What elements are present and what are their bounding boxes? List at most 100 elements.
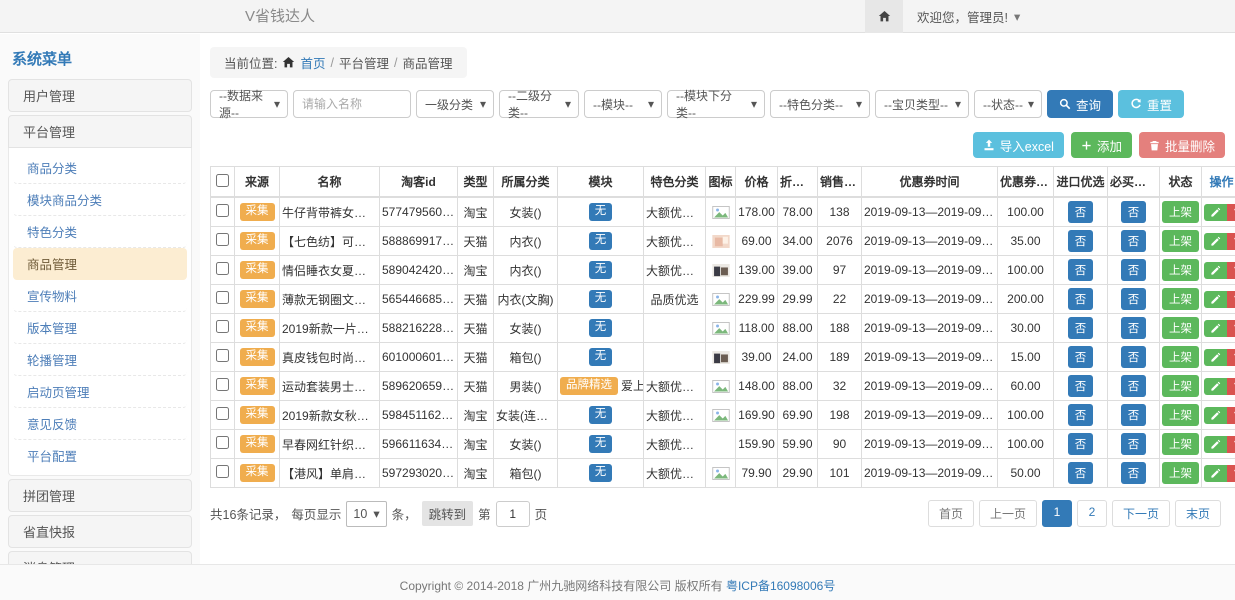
bulk-delete-button[interactable]: 批量删除 [1139, 132, 1225, 158]
edit-button[interactable] [1204, 233, 1227, 250]
search-button[interactable]: 查询 [1047, 90, 1113, 118]
must-buy-toggle[interactable]: 否 [1121, 317, 1147, 339]
per-page-select[interactable]: 10 ▾ [346, 501, 386, 527]
edit-button[interactable] [1204, 320, 1227, 337]
must-buy-toggle[interactable]: 否 [1121, 404, 1147, 426]
sidebar-item[interactable]: 平台配置 [13, 440, 187, 471]
sidebar-item[interactable]: 模块商品分类 [13, 184, 187, 216]
level2-category-select[interactable]: --二级分类--▾ [499, 90, 579, 118]
import-select-toggle[interactable]: 否 [1068, 259, 1094, 281]
delete-button[interactable] [1227, 436, 1235, 453]
icp-link[interactable]: 粤ICP备16098006号 [726, 579, 835, 593]
sidebar-item[interactable]: 启动页管理 [13, 376, 187, 408]
status-button[interactable]: 上架 [1162, 346, 1199, 368]
status-button[interactable]: 上架 [1162, 288, 1199, 310]
home-button[interactable] [865, 0, 903, 33]
delete-button[interactable] [1227, 291, 1235, 308]
row-checkbox[interactable] [216, 291, 229, 304]
row-checkbox[interactable] [216, 320, 229, 333]
level1-category-select[interactable]: 一级分类▾ [416, 90, 494, 118]
must-buy-toggle[interactable]: 否 [1121, 433, 1147, 455]
must-buy-toggle[interactable]: 否 [1121, 375, 1147, 397]
status-button[interactable]: 上架 [1162, 259, 1199, 281]
edit-button[interactable] [1204, 291, 1227, 308]
sidebar-section-header[interactable]: 省直快报 [8, 515, 192, 548]
data-source-select[interactable]: --数据来源--▾ [210, 90, 288, 118]
row-checkbox[interactable] [216, 465, 229, 478]
edit-button[interactable] [1204, 407, 1227, 424]
add-button[interactable]: 添加 [1071, 132, 1132, 158]
must-buy-toggle[interactable]: 否 [1121, 259, 1147, 281]
delete-button[interactable] [1227, 465, 1235, 482]
name-search-input[interactable] [293, 90, 411, 118]
sidebar-item[interactable]: 特色分类 [13, 216, 187, 248]
page-button[interactable]: 上一页 [979, 500, 1037, 527]
delete-button[interactable] [1227, 407, 1235, 424]
edit-button[interactable] [1204, 436, 1227, 453]
import-select-toggle[interactable]: 否 [1068, 230, 1094, 252]
delete-button[interactable] [1227, 262, 1235, 279]
import-select-toggle[interactable]: 否 [1068, 433, 1094, 455]
edit-button[interactable] [1204, 465, 1227, 482]
row-checkbox[interactable] [216, 262, 229, 275]
module-select[interactable]: --模块--▾ [584, 90, 662, 118]
sidebar-item[interactable]: 版本管理 [13, 312, 187, 344]
row-checkbox[interactable] [216, 378, 229, 391]
sidebar-item[interactable]: 商品分类 [13, 152, 187, 184]
row-checkbox[interactable] [216, 204, 229, 217]
row-checkbox[interactable] [216, 233, 229, 246]
page-button[interactable]: 2 [1077, 500, 1107, 527]
row-checkbox[interactable] [216, 407, 229, 420]
delete-button[interactable] [1227, 204, 1235, 221]
status-button[interactable]: 上架 [1162, 404, 1199, 426]
status-button[interactable]: 上架 [1162, 462, 1199, 484]
import-excel-button[interactable]: 导入excel [973, 132, 1064, 158]
must-buy-toggle[interactable]: 否 [1121, 230, 1147, 252]
module-subcategory-select[interactable]: --模块下分类--▾ [667, 90, 765, 118]
page-button[interactable]: 下一页 [1112, 500, 1170, 527]
row-checkbox[interactable] [216, 436, 229, 449]
status-button[interactable]: 上架 [1162, 433, 1199, 455]
delete-button[interactable] [1227, 320, 1235, 337]
sidebar-item[interactable]: 意见反馈 [13, 408, 187, 440]
import-select-toggle[interactable]: 否 [1068, 375, 1094, 397]
delete-button[interactable] [1227, 233, 1235, 250]
status-button[interactable]: 上架 [1162, 375, 1199, 397]
edit-button[interactable] [1204, 349, 1227, 366]
page-button[interactable]: 首页 [928, 500, 974, 527]
item-type-select[interactable]: --宝贝类型--▾ [875, 90, 969, 118]
select-all-checkbox[interactable] [216, 174, 229, 187]
page-button[interactable]: 末页 [1175, 500, 1221, 527]
user-menu[interactable]: 欢迎您，管理员! ▾ [903, 0, 1034, 33]
import-select-toggle[interactable]: 否 [1068, 201, 1094, 223]
page-button[interactable]: 1 [1042, 500, 1072, 527]
sidebar-item[interactable]: 商品管理 [13, 248, 187, 280]
breadcrumb-home-link[interactable]: 首页 [300, 53, 325, 72]
import-select-toggle[interactable]: 否 [1068, 317, 1094, 339]
status-button[interactable]: 上架 [1162, 201, 1199, 223]
must-buy-toggle[interactable]: 否 [1121, 288, 1147, 310]
status-button[interactable]: 上架 [1162, 317, 1199, 339]
sidebar-section-header[interactable]: 平台管理 [8, 115, 192, 148]
feature-category-select[interactable]: --特色分类--▾ [770, 90, 870, 118]
edit-button[interactable] [1204, 378, 1227, 395]
status-select[interactable]: --状态--▾ [974, 90, 1042, 118]
import-select-toggle[interactable]: 否 [1068, 288, 1094, 310]
import-select-toggle[interactable]: 否 [1068, 404, 1094, 426]
sidebar-item[interactable]: 宣传物料 [13, 280, 187, 312]
sidebar-section-header[interactable]: 用户管理 [8, 79, 192, 112]
page-number-input[interactable] [496, 501, 530, 527]
import-select-toggle[interactable]: 否 [1068, 462, 1094, 484]
row-checkbox[interactable] [216, 349, 229, 362]
delete-button[interactable] [1227, 378, 1235, 395]
sidebar-section-header[interactable]: 拼团管理 [8, 479, 192, 512]
must-buy-toggle[interactable]: 否 [1121, 201, 1147, 223]
edit-button[interactable] [1204, 204, 1227, 221]
reset-button[interactable]: 重置 [1118, 90, 1184, 118]
must-buy-toggle[interactable]: 否 [1121, 462, 1147, 484]
edit-button[interactable] [1204, 262, 1227, 279]
sidebar-item[interactable]: 轮播管理 [13, 344, 187, 376]
import-select-toggle[interactable]: 否 [1068, 346, 1094, 368]
delete-button[interactable] [1227, 349, 1235, 366]
must-buy-toggle[interactable]: 否 [1121, 346, 1147, 368]
